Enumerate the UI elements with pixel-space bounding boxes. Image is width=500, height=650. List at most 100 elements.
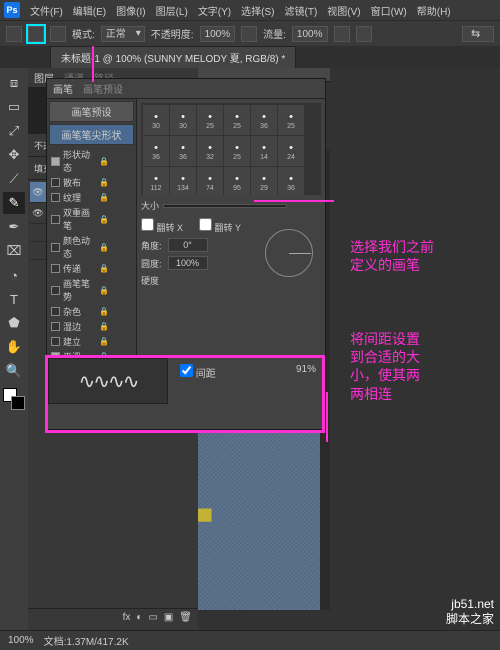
angle-control[interactable] [265,229,313,277]
fx-icon[interactable]: fx [123,612,131,627]
angle-field[interactable]: 0° [168,238,208,252]
brush-option-row[interactable]: 杂色🔒 [49,304,134,319]
brush-tip-shape-button[interactable]: 画笔笔尖形状 [49,124,134,145]
eraser-tool[interactable]: ⌧ [3,240,25,262]
airbrush-icon[interactable] [334,26,350,42]
brush-thumb[interactable]: •95 [224,167,250,195]
pressure-size-icon[interactable] [356,26,372,42]
brush-thumb[interactable]: •112 [143,167,169,195]
brush-thumb[interactable]: •25 [197,105,223,135]
menu-view[interactable]: 视图(V) [323,1,364,20]
mask-icon[interactable]: ◐ [136,612,142,627]
tab-brush-presets[interactable]: 画笔预设 [83,81,123,96]
visibility-icon[interactable]: 👁 [32,187,44,198]
menu-select[interactable]: 选择(S) [237,1,278,20]
brush-option-row[interactable]: 颜色动态🔒 [49,233,134,261]
menu-layer[interactable]: 图层(L) [152,1,192,20]
brush-thumb[interactable]: •24 [278,136,304,166]
checkbox-icon[interactable] [51,322,60,331]
brush-thumb[interactable]: •134 [170,167,196,195]
new-layer-icon[interactable]: ▣ [164,612,173,627]
lock-icon[interactable]: 🔒 [99,322,132,331]
checkbox-icon[interactable] [51,215,60,224]
tab-brush[interactable]: 画笔 [53,81,73,96]
menu-edit[interactable]: 编辑(E) [69,1,110,20]
eyedropper-tool[interactable]: ⟋ [3,168,25,190]
lasso-tool[interactable]: ⤢ [3,120,25,142]
lock-icon[interactable]: 🔒 [99,178,132,187]
brush-option-row[interactable]: 建立🔒 [49,334,134,349]
brush-option-row[interactable]: 双重画笔🔒 [49,205,134,233]
checkbox-icon[interactable] [51,157,60,166]
brush-presets-button[interactable]: 画笔预设 [49,101,134,122]
roundness-field[interactable]: 100% [168,256,208,270]
lock-icon[interactable]: 🔒 [99,215,132,224]
brush-thumb[interactable]: •25 [224,105,250,135]
menu-file[interactable]: 文件(F) [26,1,67,20]
brush-option-row[interactable]: 形状动态🔒 [49,147,134,175]
lock-icon[interactable]: 🔒 [99,264,132,273]
brush-tool[interactable]: ✎ [3,192,25,214]
checkbox-icon[interactable] [51,337,60,346]
brush-option-row[interactable]: 纹理🔒 [49,190,134,205]
brush-panel-toggle[interactable] [50,26,66,42]
checkbox-icon[interactable] [51,264,60,273]
lock-icon[interactable]: 🔒 [99,286,132,295]
opacity-field[interactable]: 100% [200,26,236,42]
checkbox-icon[interactable] [51,286,60,295]
document-tab[interactable]: 未标题-1 @ 100% (SUNNY MELODY 夏, RGB/8) * [50,46,296,68]
brush-thumb[interactable]: •36 [143,136,169,166]
menu-help[interactable]: 帮助(H) [413,1,455,20]
lock-icon[interactable]: 🔒 [99,243,132,252]
visibility-icon[interactable]: 👁 [32,208,44,219]
menu-filter[interactable]: 滤镜(T) [281,1,322,20]
type-tool[interactable]: T [3,288,25,310]
brush-option-row[interactable]: 传递🔒 [49,261,134,276]
size-slider[interactable] [163,204,287,208]
flip-y-checkbox[interactable] [199,218,212,231]
menu-image[interactable]: 图像(I) [112,1,149,20]
move-tool[interactable]: ⧈ [3,72,25,94]
lock-icon[interactable]: 🔒 [99,307,132,316]
brush-option-row[interactable]: 画笔笔势🔒 [49,276,134,304]
brush-thumb[interactable]: •30 [170,105,196,135]
checkbox-icon[interactable] [51,243,60,252]
pressure-opacity-icon[interactable] [241,26,257,42]
brush-thumb[interactable]: •32 [197,136,223,166]
hand-tool[interactable]: ✋ [3,336,25,358]
brush-thumb[interactable]: •14 [251,136,277,166]
marquee-tool[interactable]: ▭ [3,96,25,118]
checkbox-icon[interactable] [51,307,60,316]
mode-dropdown[interactable]: 正常 [101,26,145,42]
brush-thumb[interactable]: •25 [224,136,250,166]
spacing-checkbox[interactable] [180,364,193,377]
color-swatch[interactable] [3,388,25,410]
lock-icon[interactable]: 🔒 [99,337,132,346]
zoom-level[interactable]: 100% [8,635,34,646]
brush-option-row[interactable]: 湿边🔒 [49,319,134,334]
brush-thumb[interactable]: •29 [251,167,277,195]
brush-thumb[interactable]: •36 [251,105,277,135]
brush-thumb[interactable]: •36 [170,136,196,166]
flow-field[interactable]: 100% [292,26,328,42]
brush-thumb[interactable]: •25 [278,105,304,135]
shape-tool[interactable]: ⬟ [3,312,25,334]
brush-option-row[interactable]: 散布🔒 [49,175,134,190]
trash-icon[interactable]: 🗑 [179,612,192,627]
tool-preset-icon[interactable] [6,26,22,42]
brush-thumb[interactable]: •30 [143,105,169,135]
menu-type[interactable]: 文字(Y) [194,1,235,20]
brush-thumb[interactable]: •74 [197,167,223,195]
flip-x-checkbox[interactable] [141,218,154,231]
lock-icon[interactable]: 🔒 [99,193,132,202]
zoom-tool[interactable]: 🔍 [3,360,25,382]
folder-icon[interactable]: ▭ [148,612,157,627]
checkbox-icon[interactable] [51,193,60,202]
stamp-tool[interactable]: ✒ [3,216,25,238]
brush-preset-picker[interactable] [28,26,44,42]
lock-icon[interactable]: 🔒 [99,157,132,166]
brush-thumb[interactable]: •36 [278,167,304,195]
checkbox-icon[interactable] [51,178,60,187]
spacing-value[interactable]: 91% [296,364,316,375]
menu-window[interactable]: 窗口(W) [367,1,411,20]
